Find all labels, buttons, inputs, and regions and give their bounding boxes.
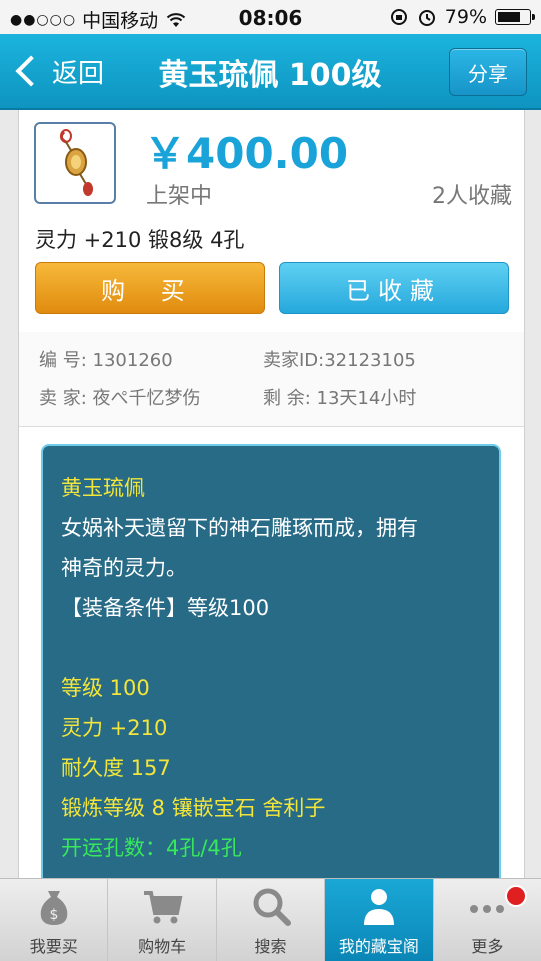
rotation-lock-icon bbox=[390, 9, 407, 25]
divider bbox=[19, 426, 524, 427]
listing-status: 上架中 bbox=[146, 184, 213, 209]
description-text: 女娲补天遗留下的神石雕琢而成，拥有 bbox=[61, 516, 418, 540]
tab-cart[interactable]: 购物车 bbox=[108, 879, 217, 961]
seller-id-label: 卖家ID: bbox=[263, 350, 325, 371]
favorite-count: 2人收藏 bbox=[432, 184, 512, 209]
attr-spirit: 灵力 +210 bbox=[61, 716, 168, 740]
share-button[interactable]: 分享 bbox=[449, 48, 527, 96]
tab-cart-label: 购物车 bbox=[138, 937, 187, 956]
tab-more[interactable]: 更多 bbox=[434, 879, 541, 961]
pendant-image bbox=[59, 129, 93, 196]
seller-id-value: 32123105 bbox=[324, 350, 416, 371]
listing-id-value: 1301260 bbox=[92, 350, 173, 371]
tab-more-label: 更多 bbox=[471, 937, 504, 956]
tab-bar: $ 我要买 购物车 搜索 我的藏宝阁 更多 bbox=[0, 878, 541, 961]
seller-id: 卖家ID:32123105 bbox=[263, 346, 416, 372]
favorited-button[interactable]: 已收藏 bbox=[279, 262, 509, 314]
nav-bar: 返回 黄玉琉佩 100级 分享 bbox=[0, 34, 541, 110]
battery-icon bbox=[495, 9, 535, 25]
item-thumbnail[interactable] bbox=[34, 122, 116, 204]
tab-buy-label: 我要买 bbox=[29, 937, 78, 956]
listing-id-label: 编 号: bbox=[39, 350, 87, 371]
seller-name: 卖 家: 夜ぺ千忆梦伤 bbox=[39, 384, 201, 410]
tab-my-treasure[interactable]: 我的藏宝阁 bbox=[325, 879, 434, 961]
time-remaining-label: 剩 余: bbox=[263, 388, 311, 409]
chevron-left-icon bbox=[15, 55, 47, 87]
back-button[interactable]: 返回 bbox=[12, 51, 104, 91]
back-label: 返回 bbox=[52, 58, 105, 89]
money-bag-icon: $ bbox=[40, 891, 67, 925]
attr-durability: 耐久度 157 bbox=[61, 756, 171, 780]
listing-info: 编 号: 1301260 卖家ID:32123105 卖 家: 夜ぺ千忆梦伤 剩… bbox=[19, 332, 524, 426]
search-icon bbox=[253, 888, 291, 926]
buy-button[interactable]: 购 买 bbox=[35, 262, 265, 314]
battery-percent: 79% bbox=[444, 6, 487, 28]
description-text: 神奇的灵力。 bbox=[61, 556, 187, 580]
attr-holes: 开运孔数：4孔/4孔 bbox=[61, 836, 242, 860]
tab-buy[interactable]: $ 我要买 bbox=[0, 879, 109, 961]
equip-requirement: 【装备条件】等级100 bbox=[61, 596, 270, 620]
attr-forge: 锻炼等级 8 镶嵌宝石 舍利子 bbox=[61, 796, 326, 820]
notification-badge bbox=[505, 885, 528, 907]
user-icon bbox=[363, 889, 394, 925]
page-title: 黄玉琉佩 100级 bbox=[158, 58, 382, 93]
item-description: 黄玉琉佩 女娲补天遗留下的神石雕琢而成，拥有 神奇的灵力。 【装备条件】等级10… bbox=[41, 444, 501, 878]
time-remaining: 剩 余: 13天14小时 bbox=[263, 384, 416, 410]
item-detail-card[interactable]: ￥400.00 上架中 2人收藏 灵力 +210 锻8级 4孔 购 买 已收藏 … bbox=[18, 110, 525, 878]
attr-level: 等级 100 bbox=[61, 676, 150, 700]
seller-name-label: 卖 家: bbox=[39, 388, 87, 409]
time-remaining-value: 13天14小时 bbox=[316, 388, 417, 409]
tab-search-label: 搜索 bbox=[254, 937, 287, 956]
more-dots-icon bbox=[470, 905, 505, 913]
seller-name-value: 夜ぺ千忆梦伤 bbox=[92, 388, 201, 409]
tab-search[interactable]: 搜索 bbox=[217, 879, 326, 961]
svg-text:$: $ bbox=[49, 907, 58, 923]
battery-level bbox=[498, 12, 520, 22]
tab-my-treasure-label: 我的藏宝阁 bbox=[338, 937, 419, 956]
cart-icon bbox=[144, 891, 183, 924]
status-bar: ●●○○○ 中国移动 08:06 79% bbox=[0, 0, 541, 34]
item-price: ￥400.00 bbox=[144, 129, 349, 178]
description-name: 黄玉琉佩 bbox=[61, 476, 145, 500]
listing-id: 编 号: 1301260 bbox=[39, 346, 173, 372]
alarm-icon bbox=[418, 10, 435, 26]
item-stats: 灵力 +210 锻8级 4孔 bbox=[35, 228, 245, 252]
